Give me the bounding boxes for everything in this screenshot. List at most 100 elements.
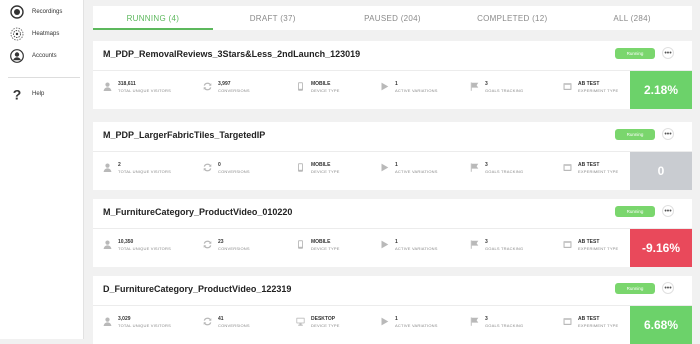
sidebar-item-label: Help bbox=[32, 91, 45, 97]
refresh-icon bbox=[203, 82, 212, 91]
status-badge: Running bbox=[615, 129, 655, 140]
stat-variations: 1 ACTIVE VARIATIONS bbox=[380, 316, 438, 329]
experiment-title[interactable]: M_PDP_RemovalReviews_3Stars&Less_2ndLaun… bbox=[103, 49, 360, 59]
variations-value: 1 bbox=[395, 316, 398, 322]
experiment-card-header: D_FurnitureCategory_ProductVideo_122319 … bbox=[93, 276, 692, 306]
experiment-card: M_FurnitureCategory_ProductVideo_010220 … bbox=[93, 199, 692, 267]
svg-text:?: ? bbox=[13, 87, 22, 101]
refresh-icon bbox=[203, 317, 212, 326]
stat-conversions: 0 CONVERSIONS bbox=[203, 162, 250, 175]
variations-label: ACTIVE VARIATIONS bbox=[395, 323, 438, 328]
more-icon: ••• bbox=[664, 49, 672, 57]
status-badge: Running bbox=[615, 48, 655, 59]
device-icon bbox=[296, 163, 305, 172]
sidebar-item-help[interactable]: ? Help bbox=[10, 87, 45, 101]
goals-value: 3 bbox=[485, 316, 488, 322]
play-icon bbox=[380, 317, 389, 326]
refresh-icon bbox=[203, 240, 212, 249]
goals-label: GOALS TRACKING bbox=[485, 323, 524, 328]
goals-value: 3 bbox=[485, 81, 488, 87]
stat-variations: 1 ACTIVE VARIATIONS bbox=[380, 239, 438, 252]
type-label: EXPERIMENT TYPE bbox=[578, 88, 619, 93]
experiment-card: M_PDP_RemovalReviews_3Stars&Less_2ndLaun… bbox=[93, 41, 692, 109]
variations-value: 1 bbox=[395, 81, 398, 87]
device-value: MOBILE bbox=[311, 81, 331, 87]
type-value: AB TEST bbox=[578, 81, 600, 87]
sidebar-item-accounts[interactable]: Accounts bbox=[10, 49, 57, 63]
visitors-value: 3,029 bbox=[118, 316, 131, 322]
type-label: EXPERIMENT TYPE bbox=[578, 246, 619, 251]
conversions-value: 23 bbox=[218, 239, 224, 245]
tab-completed[interactable]: COMPLETED (12) bbox=[452, 6, 572, 30]
tab-paused[interactable]: PAUSED (204) bbox=[333, 6, 453, 30]
device-value: MOBILE bbox=[311, 162, 331, 168]
sidebar-item-label: Recordings bbox=[32, 9, 63, 15]
user-icon bbox=[103, 163, 112, 172]
sidebar-item-label: Accounts bbox=[32, 53, 57, 59]
conversions-label: CONVERSIONS bbox=[218, 169, 250, 174]
stat-type: AB TEST EXPERIMENT TYPE bbox=[563, 316, 618, 329]
conversions-label: CONVERSIONS bbox=[218, 323, 250, 328]
device-label: DEVICE TYPE bbox=[311, 323, 340, 328]
flag-icon bbox=[470, 163, 479, 172]
visitors-label: TOTAL UNIQUE VISITORS bbox=[118, 88, 171, 93]
type-label: EXPERIMENT TYPE bbox=[578, 323, 619, 328]
stat-device: DESKTOP DEVICE TYPE bbox=[296, 316, 340, 329]
stat-type: AB TEST EXPERIMENT TYPE bbox=[563, 81, 618, 94]
play-icon bbox=[380, 163, 389, 172]
sidebar-item-heatmaps[interactable]: Heatmaps bbox=[10, 27, 59, 41]
type-value: AB TEST bbox=[578, 239, 600, 245]
user-icon bbox=[103, 82, 112, 91]
device-label: DEVICE TYPE bbox=[311, 169, 340, 174]
experiment-stats: 2 TOTAL UNIQUE VISITORS 0 CONVERSIONS MOBI… bbox=[93, 152, 692, 190]
status-tabs: RUNNING (4) DRAFT (37) PAUSED (204) COMP… bbox=[93, 6, 692, 30]
experiment-stats: 318,611 TOTAL UNIQUE VISITORS 3,997 CONVER… bbox=[93, 71, 692, 109]
conversions-value: 3,997 bbox=[218, 81, 231, 87]
user-icon bbox=[103, 317, 112, 326]
conversions-value: 41 bbox=[218, 316, 224, 322]
stat-device: MOBILE DEVICE TYPE bbox=[296, 81, 340, 94]
stat-type: AB TEST EXPERIMENT TYPE bbox=[563, 162, 618, 175]
experiment-title[interactable]: D_FurnitureCategory_ProductVideo_122319 bbox=[103, 284, 291, 294]
stat-conversions: 41 CONVERSIONS bbox=[203, 316, 250, 329]
visitors-label: TOTAL UNIQUE VISITORS bbox=[118, 246, 171, 251]
type-value: AB TEST bbox=[578, 162, 600, 168]
tab-draft[interactable]: DRAFT (37) bbox=[213, 6, 333, 30]
heatmaps-icon bbox=[10, 27, 24, 41]
stat-visitors: 2 TOTAL UNIQUE VISITORS bbox=[103, 162, 171, 175]
visitors-label: TOTAL UNIQUE VISITORS bbox=[118, 323, 171, 328]
stat-goals: 3 GOALS TRACKING bbox=[470, 316, 523, 329]
tab-all[interactable]: ALL (284) bbox=[572, 6, 692, 30]
sidebar-item-recordings[interactable]: Recordings bbox=[10, 5, 62, 19]
user-icon bbox=[103, 240, 112, 249]
goals-value: 3 bbox=[485, 162, 488, 168]
refresh-icon bbox=[203, 163, 212, 172]
more-icon: ••• bbox=[664, 130, 672, 138]
status-badge: Running bbox=[615, 206, 655, 217]
variations-label: ACTIVE VARIATIONS bbox=[395, 169, 438, 174]
result-lift: 2.18% bbox=[630, 71, 692, 109]
more-options-button[interactable]: ••• bbox=[662, 205, 674, 217]
device-value: MOBILE bbox=[311, 239, 331, 245]
more-options-button[interactable]: ••• bbox=[662, 282, 674, 294]
help-icon: ? bbox=[10, 87, 24, 101]
flag-icon bbox=[470, 317, 479, 326]
stat-variations: 1 ACTIVE VARIATIONS bbox=[380, 81, 438, 94]
experiment-title[interactable]: M_PDP_LargerFabricTiles_TargetedIP bbox=[103, 130, 265, 140]
stat-type: AB TEST EXPERIMENT TYPE bbox=[563, 239, 618, 252]
more-options-button[interactable]: ••• bbox=[662, 47, 674, 59]
experiment-card: D_FurnitureCategory_ProductVideo_122319 … bbox=[93, 276, 692, 344]
experiment-card: M_PDP_LargerFabricTiles_TargetedIP Runni… bbox=[93, 122, 692, 190]
tab-running[interactable]: RUNNING (4) bbox=[93, 6, 213, 30]
stat-visitors: 10,350 TOTAL UNIQUE VISITORS bbox=[103, 239, 171, 252]
more-options-button[interactable]: ••• bbox=[662, 128, 674, 140]
experiment-card-header: M_PDP_LargerFabricTiles_TargetedIP Runni… bbox=[93, 122, 692, 152]
visitors-label: TOTAL UNIQUE VISITORS bbox=[118, 169, 171, 174]
experiment-type-icon bbox=[563, 163, 572, 172]
visitors-value: 318,611 bbox=[118, 81, 136, 87]
goals-value: 3 bbox=[485, 239, 488, 245]
experiment-title[interactable]: M_FurnitureCategory_ProductVideo_010220 bbox=[103, 207, 292, 217]
type-value: AB TEST bbox=[578, 316, 600, 322]
sidebar-item-label: Heatmaps bbox=[32, 31, 60, 37]
goals-label: GOALS TRACKING bbox=[485, 246, 524, 251]
